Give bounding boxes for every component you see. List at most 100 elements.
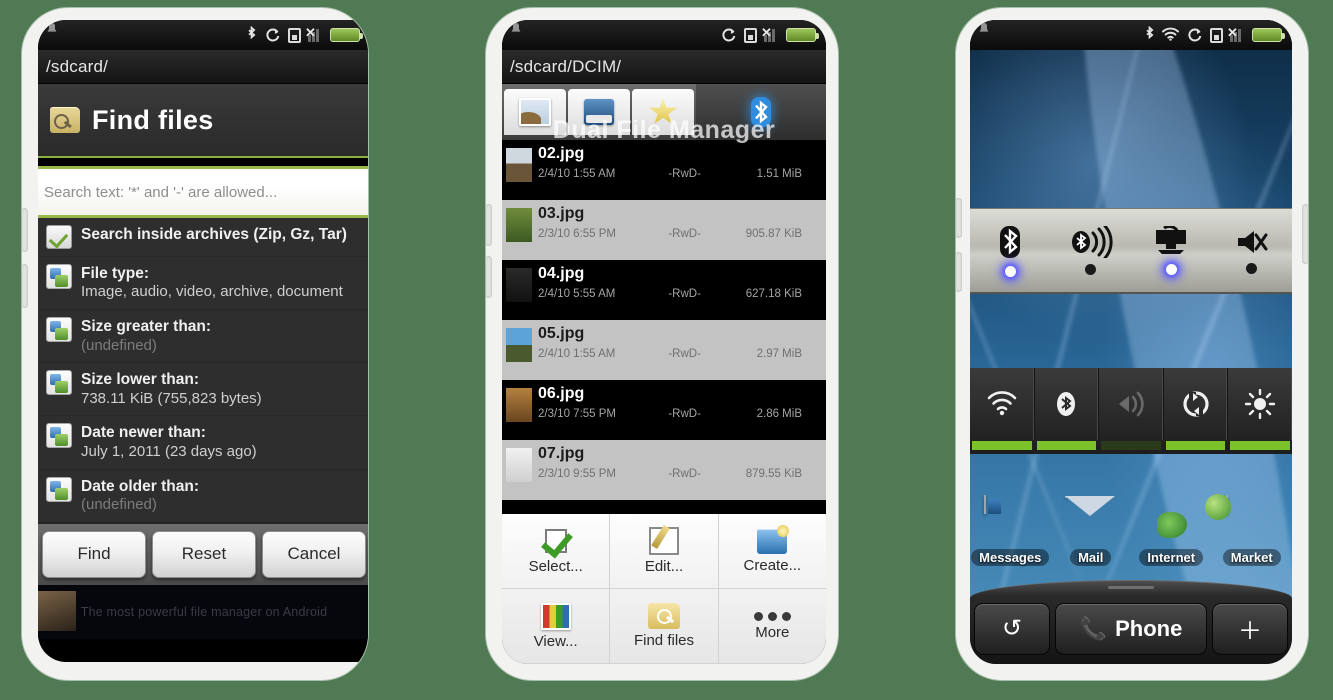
file-filter-icon xyxy=(46,264,72,289)
table-row[interactable]: 04.jpg 2/4/10 5:55 AM -RwD- 627.18 KiB xyxy=(502,260,826,320)
option-label: Search inside archives (Zip, Gz, Tar) xyxy=(81,226,347,243)
messages-icon xyxy=(984,495,987,514)
signal-x-icon: ✕ xyxy=(761,25,779,42)
table-row[interactable]: 03.jpg 2/3/10 6:55 PM -RwD- 905.87 KiB xyxy=(502,200,826,260)
menu-create-button[interactable]: Create... xyxy=(718,514,826,589)
app-internet[interactable]: Internet xyxy=(1131,496,1212,566)
sdcard-icon xyxy=(288,27,301,43)
option-size-greater[interactable]: Size greater than: (undefined) xyxy=(38,310,368,364)
wifi-icon xyxy=(987,391,1017,416)
menu-find-files-button[interactable]: Find files xyxy=(610,589,719,664)
file-name: 03.jpg xyxy=(538,205,585,222)
table-row[interactable]: 06.jpg 2/3/10 7:55 PM -RwD- 2.86 MiB xyxy=(502,380,826,440)
file-name: 06.jpg xyxy=(538,385,585,402)
toggle-bar-on xyxy=(1165,441,1226,450)
phone-find-files: ✕ /sdcard/ Find files Search text: '*' a… xyxy=(22,8,368,680)
option-size-lower[interactable]: Size lower than: 738.11 KiB (755,823 byt… xyxy=(38,363,368,417)
option-date-newer[interactable]: Date newer than: July 1, 2011 (23 days a… xyxy=(38,416,368,470)
search-input[interactable]: Search text: '*' and '-' are allowed... xyxy=(38,166,368,218)
table-row[interactable]: 02.jpg 2/4/10 1:55 AM -RwD- 1.51 MiB xyxy=(502,140,826,200)
home-dock: ↺ 📞 Phone ＋ xyxy=(970,580,1292,664)
menu-edit-button[interactable]: Edit... xyxy=(610,514,719,589)
tab-drive[interactable] xyxy=(568,89,630,135)
checkbox-checked-icon[interactable] xyxy=(46,225,72,249)
toggle-sync[interactable] xyxy=(1164,368,1229,450)
option-search-archives[interactable]: Search inside archives (Zip, Gz, Tar) xyxy=(38,218,368,257)
phone-button[interactable]: 📞 Phone xyxy=(1055,602,1207,655)
notification-icon xyxy=(976,22,992,43)
file-size: 627.18 KiB xyxy=(745,287,802,300)
file-thumbnail xyxy=(506,148,532,182)
tab-favorites[interactable] xyxy=(632,89,694,135)
file-list[interactable]: 02.jpg 2/4/10 1:55 AM -RwD- 1.51 MiB 03.… xyxy=(502,140,826,514)
volume-up-nub xyxy=(22,208,28,252)
file-date: 2/4/10 5:55 AM xyxy=(538,287,616,300)
footer-watermark: The most powerful file manager on Androi… xyxy=(38,584,368,639)
power-toggle-mute[interactable] xyxy=(1212,227,1293,274)
file-thumbnail xyxy=(506,388,532,422)
power-toggle-bluetooth[interactable] xyxy=(970,224,1051,277)
cancel-button[interactable]: Cancel xyxy=(262,530,366,578)
phone1-status-bar: ✕ xyxy=(38,20,368,50)
file-date: 2/3/10 6:55 PM xyxy=(538,227,616,240)
market-icon xyxy=(1225,495,1228,514)
add-button[interactable]: ＋ xyxy=(1212,602,1288,655)
menu-view-button[interactable]: View... xyxy=(502,589,611,664)
tab-bluetooth[interactable] xyxy=(696,84,826,140)
phone1-screen: ✕ /sdcard/ Find files Search text: '*' a… xyxy=(38,20,368,662)
option-file-type[interactable]: File type: Image, audio, video, archive,… xyxy=(38,257,368,311)
app-market[interactable]: Market xyxy=(1212,495,1293,566)
menu-more-button[interactable]: More xyxy=(718,589,826,664)
option-date-older[interactable]: Date older than: (undefined) xyxy=(38,470,368,523)
back-button[interactable]: ↺ xyxy=(974,602,1050,655)
toggle-wifi[interactable] xyxy=(970,368,1035,450)
screenshot-stage: ✕ /sdcard/ Find files Search text: '*' a… xyxy=(0,0,1333,700)
volume-down-nub xyxy=(22,264,28,308)
table-row[interactable]: 07.jpg 2/3/10 9:55 PM -RwD- 879.55 KiB xyxy=(502,440,826,500)
phone1-screen-frame: ✕ /sdcard/ Find files Search text: '*' a… xyxy=(38,20,368,662)
power-control-widget xyxy=(970,208,1292,294)
power-toggle-sync[interactable] xyxy=(1131,226,1212,275)
menu-item-label: Select... xyxy=(528,558,583,575)
phone3-screen-frame: ✕ Messages Mail Internet Market ↺ 📞 Phon… xyxy=(970,20,1292,664)
sdcard-icon xyxy=(744,27,757,43)
options-menu-row-2: View... Find files More xyxy=(502,589,826,664)
file-size: 2.97 MiB xyxy=(756,347,802,360)
file-date: 2/3/10 7:55 PM xyxy=(538,407,616,420)
app-label: Messages xyxy=(971,549,1050,566)
bluetooth-icon xyxy=(1057,392,1076,416)
toggle-bar-on xyxy=(1230,441,1290,450)
table-row[interactable]: 05.jpg 2/4/10 1:55 AM -RwD- 2.97 MiB xyxy=(502,320,826,380)
toggle-gps[interactable] xyxy=(1099,368,1164,450)
reset-button[interactable]: Reset xyxy=(152,530,256,578)
plus-icon: ＋ xyxy=(1238,618,1262,645)
file-name: 07.jpg xyxy=(538,445,585,462)
gps-icon xyxy=(1118,391,1144,417)
bluetooth-icon xyxy=(1144,25,1155,45)
path-bar[interactable]: /sdcard/ xyxy=(38,50,368,84)
option-value: July 1, 2011 (23 days ago) xyxy=(81,442,257,460)
tab-group-left xyxy=(502,84,696,140)
bluetooth-icon xyxy=(1000,226,1021,258)
file-attributes: -RwD- xyxy=(668,167,701,180)
app-messages[interactable]: Messages xyxy=(970,495,1051,566)
app-label: Market xyxy=(1222,549,1281,566)
options-menu-row-1: Select... Edit... Create... xyxy=(502,514,826,589)
power-toggle-bluetooth-visible[interactable] xyxy=(1051,226,1132,275)
phone2-screen-frame: ✕ /sdcard/DCIM/ 02.jpg 2/4/10 1:55 AM -R… xyxy=(502,20,826,664)
toggle-bluetooth[interactable] xyxy=(1035,368,1100,450)
toggle-brightness[interactable] xyxy=(1228,368,1292,450)
dialog-title-bar: Find files xyxy=(38,84,368,158)
tab-photos[interactable] xyxy=(504,89,566,135)
notification-icon xyxy=(44,22,60,43)
sync-icon xyxy=(1186,26,1203,45)
path-bar[interactable]: /sdcard/DCIM/ xyxy=(502,50,826,84)
bluetooth-wave-icon xyxy=(1071,226,1113,258)
file-thumbnail xyxy=(506,268,532,302)
menu-select-button[interactable]: Select... xyxy=(502,514,611,589)
notification-icon xyxy=(508,22,524,43)
file-date: 2/4/10 1:55 AM xyxy=(538,167,616,180)
sync-icon xyxy=(1182,391,1209,417)
find-button[interactable]: Find xyxy=(42,530,146,578)
app-mail[interactable]: Mail xyxy=(1051,496,1132,566)
